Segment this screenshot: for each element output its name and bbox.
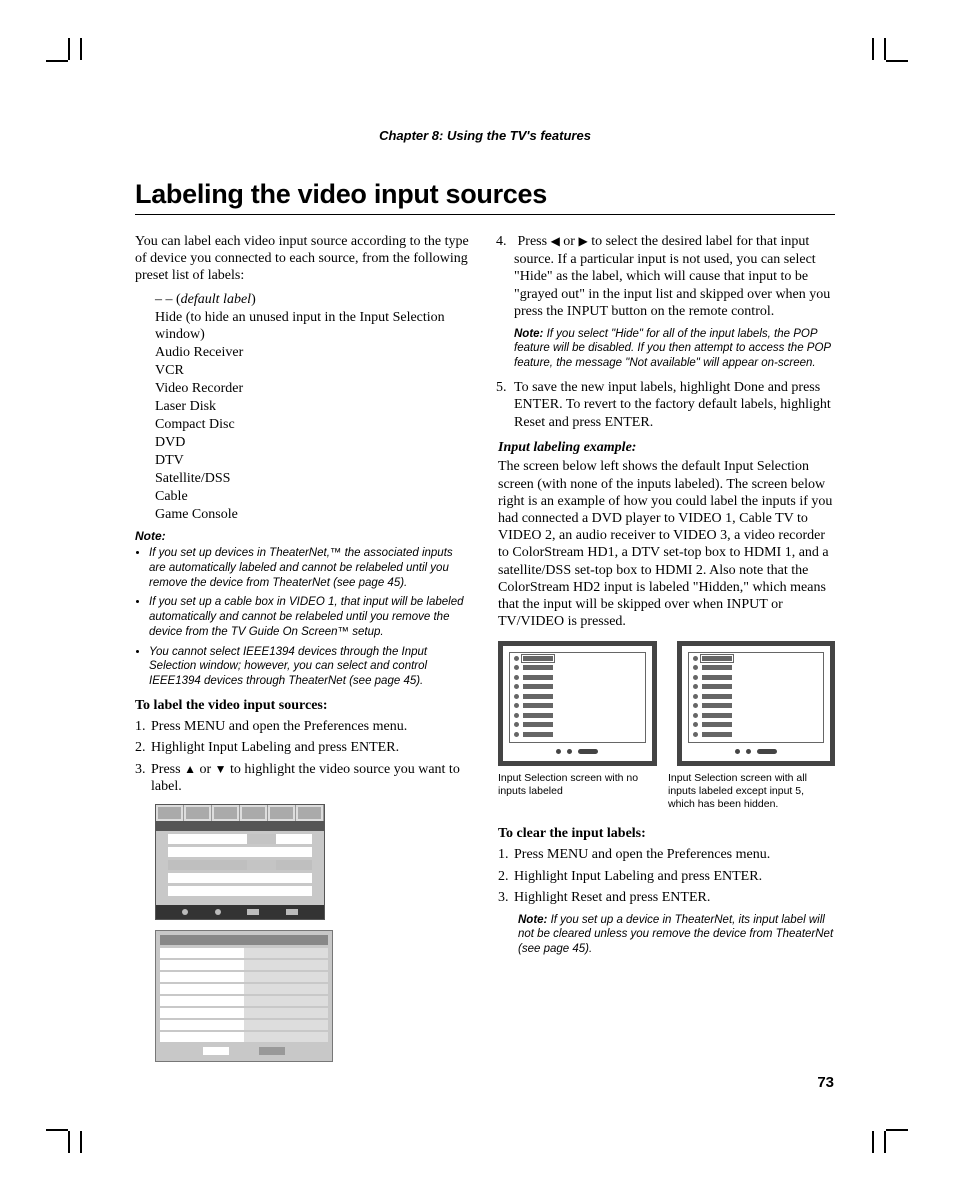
- left-arrow-icon: ◀: [551, 234, 560, 248]
- label-steps: Press MENU and open the Preferences menu…: [149, 718, 472, 796]
- input-selection-screenshot-default-icon: [498, 641, 657, 766]
- page-title: Labeling the video input sources: [135, 179, 835, 210]
- label-item: Audio Receiver: [155, 344, 472, 362]
- inline-note: Note: If you select "Hide" for all of th…: [514, 327, 835, 371]
- right-column: Press ◀ or ▶ to select the desired label…: [498, 233, 835, 1070]
- intro-paragraph: You can label each video input source ac…: [135, 233, 472, 285]
- note-bullet-list: If you set up devices in TheaterNet,™ th…: [135, 546, 472, 688]
- label-item: Compact Disc: [155, 416, 472, 434]
- step: Highlight Reset and press ENTER.: [512, 889, 835, 907]
- step: Press MENU and open the Preferences menu…: [512, 846, 835, 864]
- page-number: 73: [817, 1074, 834, 1091]
- step: Highlight Input Labeling and press ENTER…: [149, 739, 472, 757]
- two-column-layout: You can label each video input source ac…: [135, 233, 835, 1070]
- inline-note: Note: If you set up a device in TheaterN…: [518, 913, 835, 957]
- example-heading: Input labeling example:: [498, 439, 835, 456]
- label-item: DVD: [155, 434, 472, 452]
- preset-label-list: – – (default label) Hide (to hide an unu…: [155, 291, 472, 524]
- step: Press ▲ or ▼ to highlight the video sour…: [149, 761, 472, 796]
- labeling-table-screenshot-icon: [155, 930, 333, 1062]
- title-rule: [135, 214, 835, 215]
- tv-screenshot-row: [498, 641, 835, 766]
- label-item: – – (default label): [155, 291, 472, 309]
- down-arrow-icon: ▼: [215, 762, 227, 776]
- step: Highlight Input Labeling and press ENTER…: [512, 868, 835, 886]
- right-arrow-icon: ▶: [578, 234, 587, 248]
- example-paragraph: The screen below left shows the default …: [498, 458, 835, 630]
- step: Press ◀ or ▶ to select the desired label…: [512, 233, 835, 371]
- step: Press MENU and open the Preferences menu…: [149, 718, 472, 736]
- label-item: Satellite/DSS: [155, 470, 472, 488]
- clear-steps: Press MENU and open the Preferences menu…: [512, 846, 835, 907]
- note-text: If you select "Hide" for all of the inpu…: [514, 328, 831, 369]
- caption-right: Input Selection screen with all inputs l…: [668, 772, 818, 811]
- label-item: DTV: [155, 452, 472, 470]
- note-heading: Note:: [135, 529, 472, 544]
- page: Chapter 8: Using the TV's features Label…: [0, 0, 954, 1191]
- note-bullet: If you set up a cable box in VIDEO 1, th…: [149, 595, 472, 639]
- step: To save the new input labels, highlight …: [512, 379, 835, 432]
- content-area: Chapter 8: Using the TV's features Label…: [135, 128, 835, 1070]
- left-column: You can label each video input source ac…: [135, 233, 472, 1070]
- label-item: VCR: [155, 362, 472, 380]
- up-arrow-icon: ▲: [184, 762, 196, 776]
- to-clear-heading: To clear the input labels:: [498, 825, 835, 842]
- chapter-heading: Chapter 8: Using the TV's features: [135, 128, 835, 143]
- note-label: Note:: [514, 328, 543, 340]
- note-text: If you set up a device in TheaterNet, it…: [518, 914, 833, 955]
- label-item: Video Recorder: [155, 380, 472, 398]
- label-item: Game Console: [155, 506, 472, 524]
- menu-screenshot-icon: [155, 804, 325, 920]
- input-selection-screenshot-labeled-icon: [677, 641, 836, 766]
- tv-captions: Input Selection screen with no inputs la…: [498, 772, 835, 811]
- to-label-heading: To label the video input sources:: [135, 697, 472, 714]
- label-steps-continued: Press ◀ or ▶ to select the desired label…: [512, 233, 835, 431]
- note-bullet: If you set up devices in TheaterNet,™ th…: [149, 546, 472, 590]
- label-item: Cable: [155, 488, 472, 506]
- label-item: Hide (to hide an unused input in the Inp…: [155, 309, 472, 345]
- label-item: Laser Disk: [155, 398, 472, 416]
- note-label: Note:: [518, 914, 547, 926]
- note-bullet: You cannot select IEEE1394 devices throu…: [149, 645, 472, 689]
- caption-left: Input Selection screen with no inputs la…: [498, 772, 648, 811]
